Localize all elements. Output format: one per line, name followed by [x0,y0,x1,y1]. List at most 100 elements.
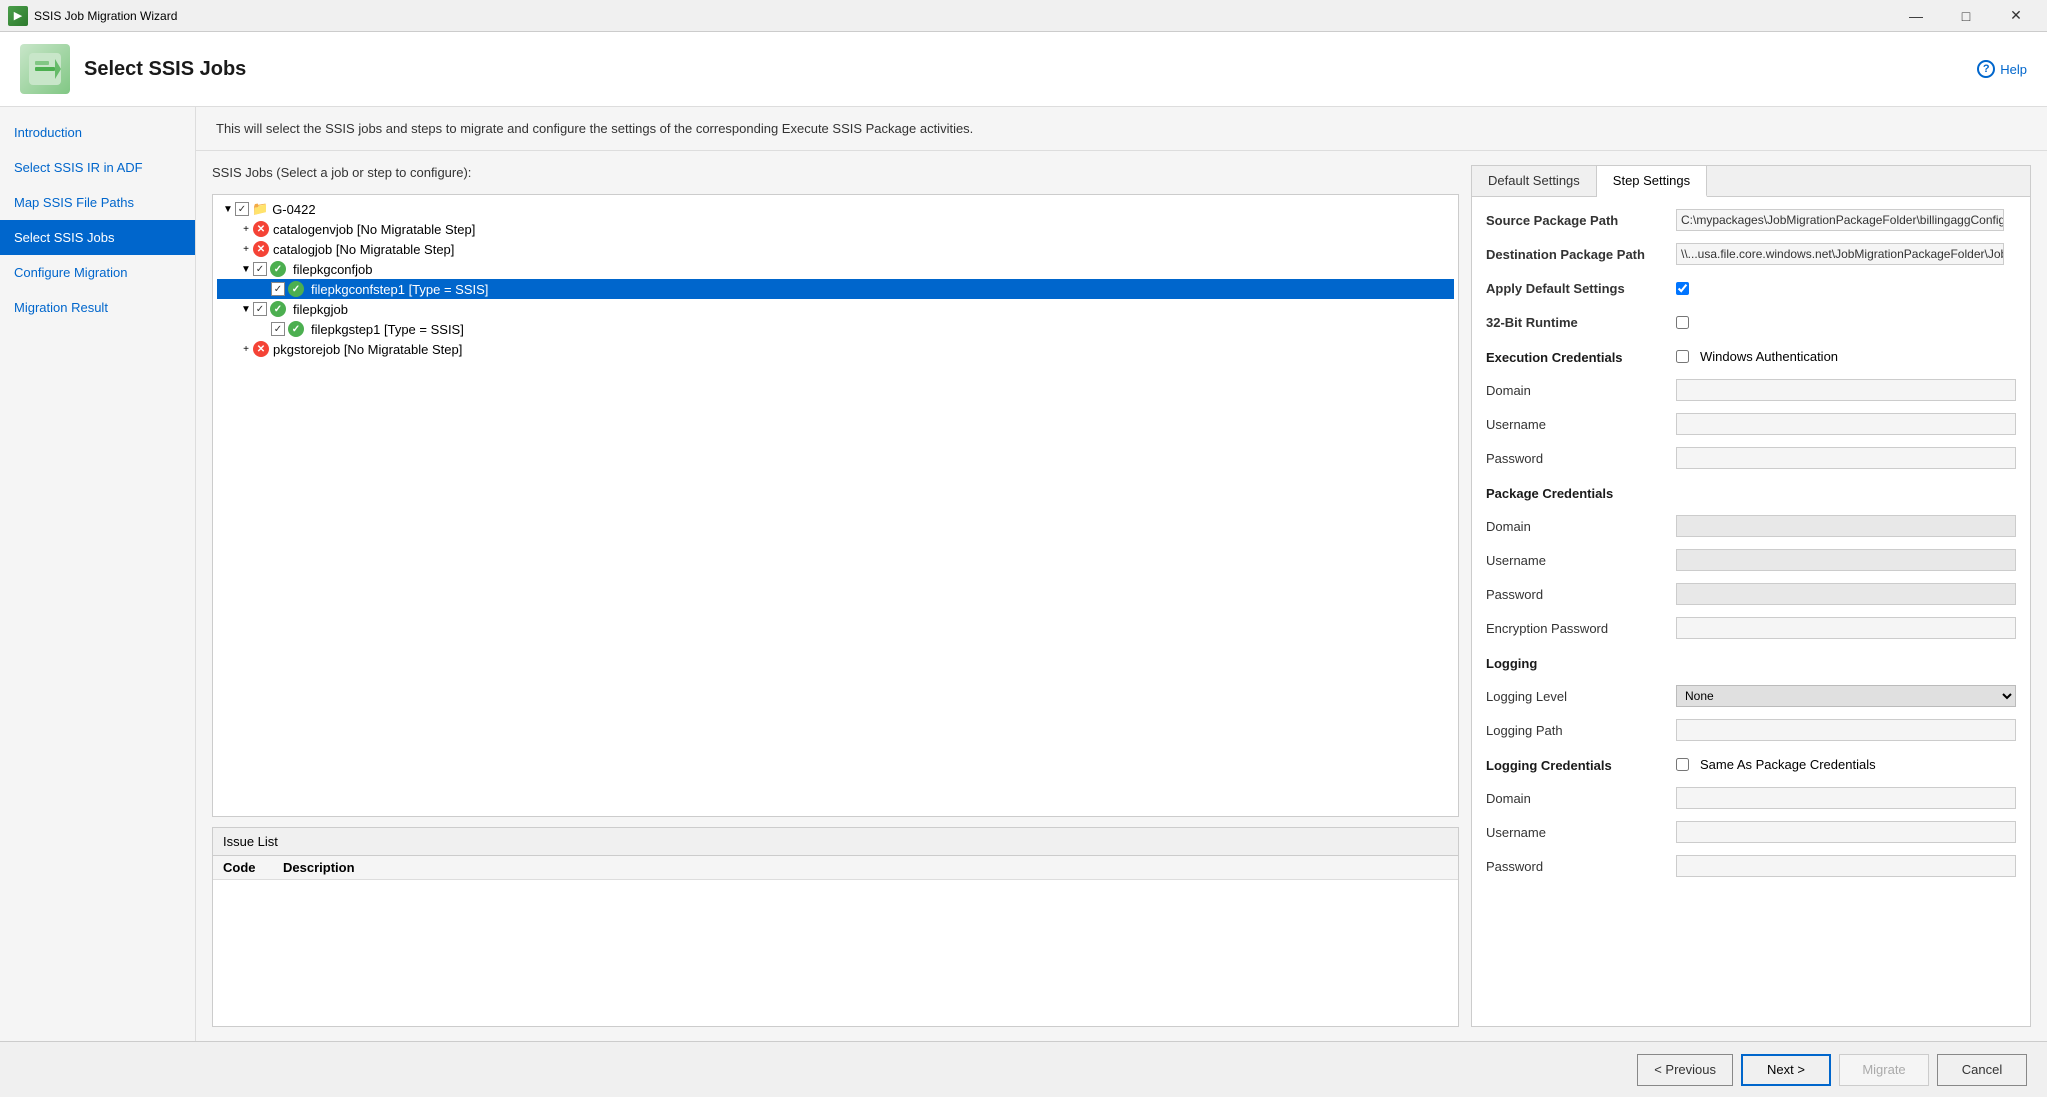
tree-toggle-catalogjob[interactable]: + [239,244,253,255]
previous-button[interactable]: < Previous [1637,1054,1733,1086]
windows-auth-checkbox[interactable] [1676,350,1689,363]
tree-toggle-pkgstorejob[interactable]: + [239,344,253,355]
apply-default-settings-row: Apply Default Settings [1486,275,2016,301]
tree-label-filepkgjob: filepkgjob [293,302,348,317]
sidebar-item-map-ssis-file[interactable]: Map SSIS File Paths [0,185,195,220]
tree-checkbox-filepkgjob[interactable] [253,302,267,316]
logging-credentials-section: Logging Credentials Same As Package Cred… [1486,751,2016,777]
migrate-button[interactable]: Migrate [1839,1054,1929,1086]
exec-password-input[interactable] [1676,447,2016,469]
titlebar: ▶ SSIS Job Migration Wizard — □ ✕ [0,0,2047,32]
exec-username-row: Username [1486,411,2016,437]
sidebar-item-select-ssis-ir[interactable]: Select SSIS IR in ADF [0,150,195,185]
tree-toggle-filepkgjob[interactable]: ▼ [239,304,253,315]
logging-label: Logging [1486,656,1676,671]
tree-checkbox-root[interactable] [235,202,249,216]
source-package-path-value[interactable]: C:\mypackages\JobMigrationPackageFolder\… [1676,209,2004,231]
tree-item-catalogjob[interactable]: + ✕ catalogjob [No Migratable Step] [217,239,1454,259]
logging-path-input[interactable] [1676,719,2016,741]
tree-checkbox-filepkgstep1[interactable] [271,322,285,336]
log-domain-label: Domain [1486,791,1676,806]
tree-item-filepkgstep1[interactable]: ✓ filepkgstep1 [Type = SSIS] [217,319,1454,339]
same-as-pkg-checkbox[interactable] [1676,758,1689,771]
tree-item-filepkgconfstep1[interactable]: ✓ filepkgconfstep1 [Type = SSIS] [217,279,1454,299]
header-icon [20,44,70,94]
tree-folder-icon: 📁 [252,201,268,217]
tree-checkbox-filepkgconfjob[interactable] [253,262,267,276]
bit32-runtime-checkbox[interactable] [1676,316,1689,329]
tree-item-catalogenvjob[interactable]: + ✕ catalogenvjob [No Migratable Step] [217,219,1454,239]
help-button[interactable]: ? Help [1977,60,2027,78]
tree-label-filepkgconfstep1: filepkgconfstep1 [Type = SSIS] [311,282,488,297]
error-icon-pkgstorejob: ✕ [253,341,269,357]
pkg-username-label: Username [1486,553,1676,568]
apply-default-settings-checkbox[interactable] [1676,282,1689,295]
pkg-username-row: Username [1486,547,2016,573]
tree-label-pkgstorejob: pkgstorejob [No Migratable Step] [273,342,462,357]
help-label: Help [2000,62,2027,77]
tree-label-catalogjob: catalogjob [No Migratable Step] [273,242,454,257]
log-domain-input[interactable] [1676,787,2016,809]
footer: < Previous Next > Migrate Cancel [0,1041,2047,1097]
tree-item-pkgstorejob[interactable]: + ✕ pkgstorejob [No Migratable Step] [217,339,1454,359]
logging-credentials-label: Logging Credentials [1486,758,1676,773]
sidebar-item-introduction[interactable]: Introduction [0,115,195,150]
package-credentials-label: Package Credentials [1486,486,1676,501]
destination-package-path-value[interactable]: \\...usa.file.core.windows.net\JobMigrat… [1676,243,2004,265]
next-button[interactable]: Next > [1741,1054,1831,1086]
tree-item-filepkgjob[interactable]: ▼ ✓ filepkgjob [217,299,1454,319]
tab-default-settings[interactable]: Default Settings [1472,166,1597,196]
bit32-runtime-row: 32-Bit Runtime [1486,309,2016,335]
help-icon: ? [1977,60,1995,78]
jobs-tree[interactable]: ▼ 📁 G-0422 + ✕ catalogenvjob [No Migrata… [212,194,1459,817]
log-domain-row: Domain [1486,785,2016,811]
success-icon-filepkgconfjob: ✓ [270,261,286,277]
description-bar: This will select the SSIS jobs and steps… [196,107,2047,151]
pkg-username-input[interactable] [1676,549,2016,571]
sidebar-item-migration-result[interactable]: Migration Result [0,290,195,325]
maximize-button[interactable]: □ [1943,0,1989,32]
tab-step-settings[interactable]: Step Settings [1597,166,1707,197]
log-username-row: Username [1486,819,2016,845]
exec-password-label: Password [1486,451,1676,466]
exec-username-label: Username [1486,417,1676,432]
tree-toggle-catalogenvjob[interactable]: + [239,224,253,235]
pkg-domain-label: Domain [1486,519,1676,534]
source-package-path-label: Source Package Path [1486,213,1676,228]
source-package-path-row: Source Package Path C:\mypackages\JobMig… [1486,207,2016,233]
issue-list-body [213,880,1458,1026]
sidebar-item-configure-migration[interactable]: Configure Migration [0,255,195,290]
issue-list: Issue List Code Description [212,827,1459,1027]
tree-item-filepkgconfjob[interactable]: ▼ ✓ filepkgconfjob [217,259,1454,279]
bit32-runtime-label: 32-Bit Runtime [1486,315,1676,330]
exec-domain-input[interactable] [1676,379,2016,401]
settings-tabs: Default Settings Step Settings [1472,166,2030,197]
close-button[interactable]: ✕ [1993,0,2039,32]
logging-path-label: Logging Path [1486,723,1676,738]
log-password-label: Password [1486,859,1676,874]
right-panel: Default Settings Step Settings Source Pa… [1471,165,2031,1027]
exec-username-input[interactable] [1676,413,2016,435]
header: Select SSIS Jobs ? Help [0,32,2047,107]
window-controls: — □ ✕ [1893,0,2039,32]
logging-level-select[interactable]: None Basic Verbose [1676,685,2016,707]
encryption-password-input[interactable] [1676,617,2016,639]
exec-domain-label: Domain [1486,383,1676,398]
success-icon-filepkgconfstep1: ✓ [288,281,304,297]
settings-content: Source Package Path C:\mypackages\JobMig… [1472,197,2030,1026]
left-panel: SSIS Jobs (Select a job or step to confi… [212,165,1459,1027]
sidebar-item-select-ssis-jobs[interactable]: Select SSIS Jobs [0,220,195,255]
pkg-domain-input[interactable] [1676,515,2016,537]
package-credentials-section: Package Credentials [1486,479,2016,505]
main-panel: This will select the SSIS jobs and steps… [196,107,2047,1041]
tree-toggle-root[interactable]: ▼ [221,204,235,215]
error-icon-catalogenvjob: ✕ [253,221,269,237]
pkg-password-input[interactable] [1676,583,2016,605]
tree-item-root[interactable]: ▼ 📁 G-0422 [217,199,1454,219]
tree-toggle-filepkgconfjob[interactable]: ▼ [239,264,253,275]
log-username-input[interactable] [1676,821,2016,843]
cancel-button[interactable]: Cancel [1937,1054,2027,1086]
minimize-button[interactable]: — [1893,0,1939,32]
tree-checkbox-filepkgconfstep1[interactable] [271,282,285,296]
log-password-input[interactable] [1676,855,2016,877]
